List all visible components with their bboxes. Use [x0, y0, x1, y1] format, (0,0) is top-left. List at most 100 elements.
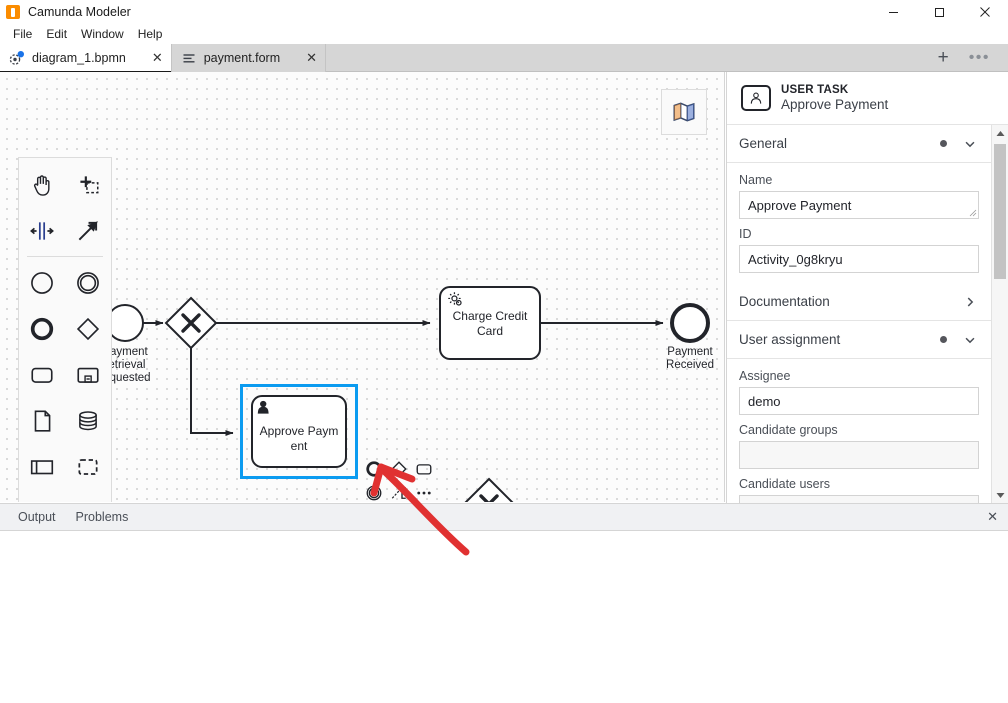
- svg-text:Card: Card: [477, 324, 503, 338]
- properties-element-name: Approve Payment: [781, 97, 889, 112]
- camunda-logo-icon: [6, 5, 20, 19]
- menu-bar: File Edit Window Help: [0, 24, 1008, 44]
- append-intermediate-event[interactable]: [361, 481, 386, 502]
- append-text-annotation[interactable]: [386, 481, 411, 502]
- field-label: Name: [739, 173, 773, 187]
- properties-element-type: USER TASK: [781, 84, 849, 96]
- title-bar: Camunda Modeler: [0, 0, 1008, 24]
- properties-groups: General Name Approve Payment ID Activity…: [727, 125, 991, 503]
- group-title: User assignment: [739, 332, 841, 347]
- name-input[interactable]: [739, 191, 979, 219]
- create-group[interactable]: [65, 444, 111, 490]
- create-start-event[interactable]: [19, 260, 65, 306]
- scroll-down-arrow-icon[interactable]: [996, 487, 1005, 503]
- minimize-button[interactable]: [870, 0, 916, 24]
- group-title: General: [739, 136, 788, 151]
- service-task-charge-credit-card: [439, 286, 541, 360]
- exclusive-gateway-1: [164, 296, 218, 350]
- intermediate-event-icon: [366, 485, 381, 501]
- svg-text:Received: Received: [666, 359, 714, 371]
- properties-group-user-assignment: User assignment Assignee Candidate group…: [727, 321, 991, 503]
- field-id: ID: [739, 227, 979, 273]
- camunda-modeler-window: Camunda Modeler File Edit Window Help di…: [0, 0, 1008, 703]
- bottom-panel-close-button[interactable]: ✕: [987, 509, 1008, 525]
- tab-output[interactable]: Output: [8, 510, 66, 524]
- tab-problems[interactable]: Problems: [66, 510, 139, 524]
- properties-scrollbar[interactable]: [991, 125, 1008, 503]
- group-title: Documentation: [739, 294, 830, 309]
- bottom-panel: Output Problems ✕: [0, 503, 1008, 703]
- id-input[interactable]: [739, 245, 979, 273]
- space-tool[interactable]: [19, 208, 65, 254]
- create-end-event[interactable]: [19, 306, 65, 352]
- palette-more-button[interactable]: •••: [19, 490, 111, 502]
- bottom-panel-content: [0, 531, 1008, 703]
- assignee-input[interactable]: [739, 387, 979, 415]
- create-task[interactable]: [19, 352, 65, 398]
- create-gateway[interactable]: [65, 306, 111, 352]
- field-label: Candidate users: [739, 477, 831, 491]
- close-button[interactable]: [962, 0, 1008, 24]
- maximize-button[interactable]: [916, 0, 962, 24]
- scrollbar-track[interactable]: [992, 141, 1008, 487]
- create-subprocess-collapsed[interactable]: [65, 352, 111, 398]
- field-assignee: Assignee: [739, 369, 979, 415]
- tab-payment-form[interactable]: payment.form ✕: [171, 44, 327, 72]
- candidate-groups-input[interactable]: [739, 441, 979, 469]
- create-data-object[interactable]: [19, 398, 65, 444]
- append-task[interactable]: [411, 457, 436, 481]
- field-name: Name: [739, 173, 979, 219]
- create-participant[interactable]: [19, 444, 65, 490]
- tab-bar: diagram_1.bpmn ✕ payment.form ✕ + •••: [0, 44, 1008, 73]
- bottom-panel-tabs: Output Problems ✕: [0, 504, 1008, 531]
- group-header-general[interactable]: General: [727, 125, 991, 163]
- properties-group-documentation: Documentation: [727, 283, 991, 321]
- candidate-users-input[interactable]: [739, 495, 979, 503]
- exclusive-gateway-2: [464, 477, 514, 502]
- minimap-toggle-button[interactable]: [661, 89, 707, 135]
- properties-group-general: General Name Approve Payment ID Activity…: [727, 125, 991, 283]
- create-intermediate-event[interactable]: [65, 260, 111, 306]
- scroll-up-arrow-icon[interactable]: [996, 125, 1005, 141]
- chevron-down-icon: [963, 137, 977, 151]
- tab-label: diagram_1.bpmn: [32, 51, 126, 65]
- tab-close-button[interactable]: ✕: [126, 50, 163, 66]
- context-pad[interactable]: [361, 457, 436, 502]
- global-connect-tool[interactable]: [65, 208, 111, 254]
- payment-received-label: Payment: [667, 346, 713, 358]
- tab-diagram-1-bpmn[interactable]: diagram_1.bpmn ✕: [0, 44, 172, 73]
- new-tab-button[interactable]: +: [928, 48, 959, 67]
- menu-window[interactable]: Window: [74, 25, 131, 43]
- charge-credit-card-label: Charge Credit: [453, 309, 528, 323]
- field-label: Candidate groups: [739, 423, 838, 437]
- start-event: [106, 304, 144, 342]
- lasso-tool[interactable]: [65, 162, 111, 208]
- tab-close-button[interactable]: ✕: [280, 50, 317, 66]
- scrollbar-thumb[interactable]: [993, 144, 1006, 279]
- group-header-documentation[interactable]: Documentation: [727, 283, 991, 321]
- append-end-event[interactable]: [361, 457, 386, 481]
- append-gateway[interactable]: [386, 457, 411, 481]
- bpmn-palette[interactable]: •••: [18, 157, 112, 502]
- menu-file[interactable]: File: [6, 25, 39, 43]
- menu-edit[interactable]: Edit: [39, 25, 74, 43]
- text-annotation-icon: [391, 487, 406, 499]
- group-header-user-assignment[interactable]: User assignment: [727, 321, 991, 359]
- field-label: ID: [739, 227, 752, 241]
- minimap-icon: [673, 102, 695, 122]
- window-controls: [870, 0, 1008, 24]
- hand-tool[interactable]: [19, 162, 65, 208]
- user-task-icon: [741, 85, 771, 111]
- field-candidate-groups: Candidate groups: [739, 423, 979, 469]
- tab-label: payment.form: [203, 51, 281, 65]
- ellipsis-icon: [416, 491, 431, 495]
- tab-overflow-button[interactable]: •••: [959, 49, 1000, 66]
- more-append-options[interactable]: [411, 481, 436, 502]
- group-status-dot: [940, 140, 947, 147]
- form-icon: [181, 50, 197, 66]
- bpmn-diagram-icon: [9, 50, 25, 66]
- bpmn-canvas[interactable]: Payment retrieval requested Charge Credi…: [0, 72, 725, 502]
- create-data-store[interactable]: [65, 398, 111, 444]
- tab-bar-actions: + •••: [928, 44, 1008, 71]
- menu-help[interactable]: Help: [131, 25, 170, 43]
